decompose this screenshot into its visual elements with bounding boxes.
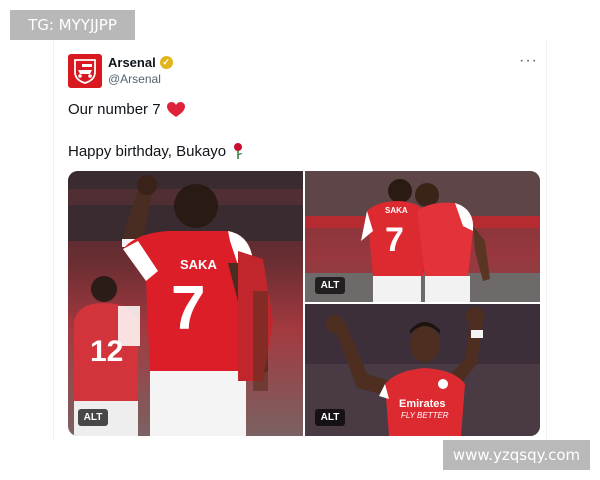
tweet-card[interactable]: Arsenal ✓ @Arsenal ··· Our number 7 Happ… [53, 40, 547, 440]
shirt-name-saka: SAKA [180, 257, 217, 272]
sponsor-fly-better: FLY BETTER [401, 411, 449, 420]
verified-badge-icon: ✓ [159, 56, 173, 69]
tweet-text-line2: Happy birthday, Bukayo [68, 142, 244, 160]
red-heart-icon [166, 101, 185, 117]
photo-saka-celebrate[interactable]: Emirates FLY BETTER ALT [305, 304, 540, 436]
watermark-top: TG: MYYJJPP [10, 10, 135, 40]
tweet-text-1: Our number 7 [68, 101, 161, 118]
alt-badge[interactable]: ALT [315, 277, 345, 294]
account-name[interactable]: Arsenal ✓ [108, 55, 173, 70]
shirt-number-7: 7 [171, 274, 205, 343]
account-name-text[interactable]: Arsenal [108, 55, 156, 70]
tweet-text-2: Happy birthday, Bukayo [68, 142, 227, 160]
photo-saka-hug[interactable]: SAKA 7 ALT [305, 171, 540, 302]
arsenal-crest-icon[interactable] [68, 54, 102, 88]
shirt-number-12: 12 [90, 335, 123, 368]
shirt-number-7-2: 7 [385, 221, 404, 259]
shirt-name-saka-2: SAKA [385, 206, 408, 215]
more-options-icon[interactable]: ··· [519, 52, 538, 70]
account-handle[interactable]: @Arsenal [108, 72, 161, 86]
watermark-bottom: www.yzqsqy.com [443, 440, 590, 470]
media-grid: 12 SAKA 7 ALT SAKA 7 ALT Emirates FLY BE… [68, 171, 540, 436]
tweet-text-line1: Our number 7 [68, 101, 185, 118]
alt-badge[interactable]: ALT [315, 409, 345, 426]
sponsor-emirates: Emirates [399, 398, 445, 410]
alt-badge[interactable]: ALT [78, 409, 108, 426]
photo-saka-back[interactable]: 12 SAKA 7 ALT [68, 171, 303, 436]
rose-icon [234, 143, 243, 159]
